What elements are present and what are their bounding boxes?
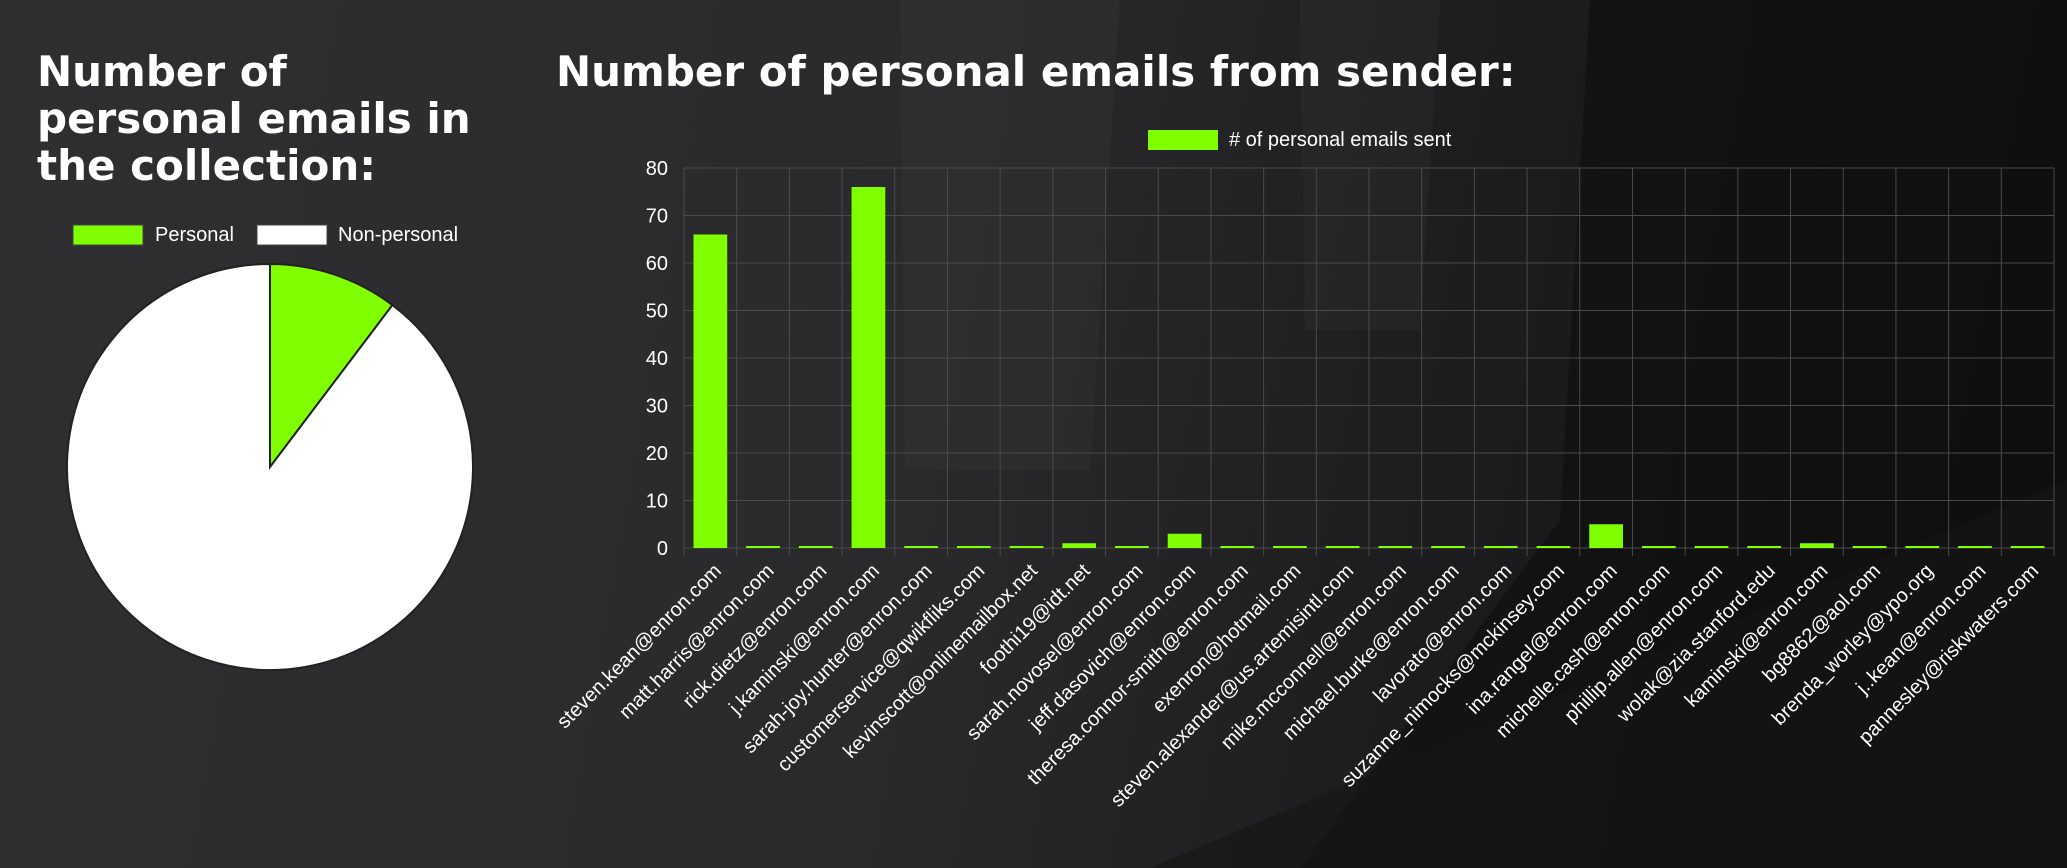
bar-9 <box>1167 533 1202 548</box>
bar-23 <box>1905 546 1940 548</box>
bar-legend-swatch <box>1148 130 1218 150</box>
bar-16 <box>1536 546 1571 548</box>
bar-12 <box>1325 546 1360 548</box>
bar-18 <box>1641 546 1676 548</box>
bar-10 <box>1220 546 1255 548</box>
bar-17 <box>1589 524 1623 548</box>
bar-20 <box>1747 546 1782 548</box>
x-axis-ticks: steven.kean@enron.commatt.harris@enron.c… <box>553 560 2043 812</box>
y-axis-ticks: 0 10 20 30 40 50 60 70 80 <box>646 158 668 560</box>
bar-legend: # of personal emails sent <box>1148 129 1452 151</box>
bar-14 <box>1431 546 1465 548</box>
bar-8 <box>1115 546 1149 548</box>
bar-24 <box>1958 546 1992 548</box>
y-tick-label-8: 80 <box>646 158 668 180</box>
y-tick-label-1: 10 <box>646 491 668 513</box>
bar-2 <box>798 546 833 548</box>
bar-19 <box>1694 546 1729 548</box>
bar-22 <box>1852 546 1887 548</box>
bar-15 <box>1483 546 1518 548</box>
bar-7 <box>1062 543 1097 548</box>
x-tick-label-6: kevinscott@onlinemailbox.net <box>839 560 1042 763</box>
y-tick-label-5: 50 <box>646 301 668 323</box>
y-tick-label-4: 40 <box>646 348 668 370</box>
bar-11 <box>1273 546 1307 548</box>
bar-13 <box>1378 546 1413 548</box>
bar-chart: 0 10 20 30 40 50 60 70 80 steven.kean@enron.comm… <box>553 129 2055 812</box>
x-tick-label-12: steven.alexander@us.artemisintl.com <box>1107 560 1359 812</box>
bar-4 <box>904 546 938 548</box>
y-tick-label-7: 70 <box>646 206 668 228</box>
bar-5 <box>956 546 991 548</box>
y-tick-label-3: 30 <box>646 396 668 418</box>
y-tick-label-2: 20 <box>646 443 668 465</box>
y-tick-label-6: 60 <box>646 253 668 275</box>
bar-25 <box>2010 546 2045 548</box>
y-tick-label-0: 0 <box>657 538 668 560</box>
bar-1 <box>746 546 780 548</box>
bar-6 <box>1009 546 1044 548</box>
bar-3 <box>851 187 886 548</box>
bar-grid <box>683 167 2055 556</box>
bar-21 <box>1800 543 1834 548</box>
bar-0 <box>693 234 728 548</box>
bar-legend-label: # of personal emails sent <box>1229 129 1452 151</box>
